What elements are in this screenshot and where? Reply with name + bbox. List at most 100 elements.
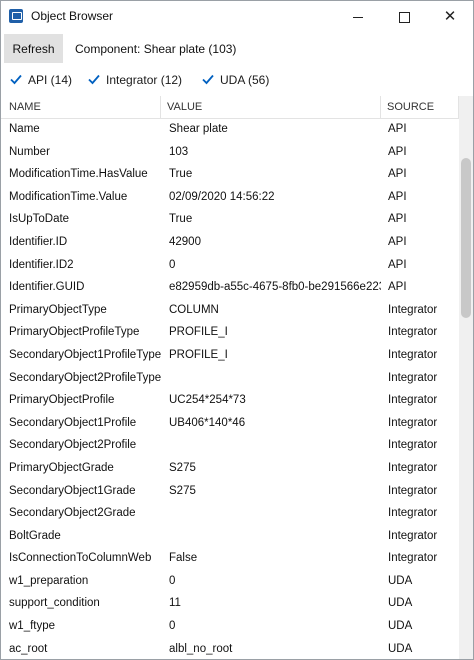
cell-name: PrimaryObjectType — [9, 303, 107, 316]
column-header-source[interactable]: SOURCE — [381, 96, 459, 118]
cell-name: w1_ftype — [9, 620, 56, 633]
cell-source: UDA — [388, 574, 413, 587]
cell-value — [169, 434, 381, 457]
table-row[interactable]: PrimaryObjectProfile UC254*254*73 Integrat… — [1, 389, 459, 412]
cell-value: PROFILE_I — [169, 348, 228, 361]
scrollbar-thumb[interactable] — [461, 158, 471, 318]
cell-value: 0 — [169, 258, 176, 271]
cell-source: Integrator — [388, 552, 438, 565]
column-header-name[interactable]: NAME — [3, 96, 161, 118]
cell-source: Integrator — [388, 371, 438, 384]
cell-source: Integrator — [388, 303, 438, 316]
cell-name: Identifier.ID — [9, 235, 68, 248]
table-row[interactable]: ModificationTime.HasValue True API — [1, 163, 459, 186]
cell-source: UDA — [388, 597, 413, 610]
title-bar[interactable]: Object Browser ✕ — [1, 1, 473, 32]
maximize-icon — [398, 11, 410, 23]
grid-rows: Name Shear plate API Number 103 API Modificati… — [1, 118, 459, 659]
cell-name: SecondaryObject1Grade — [9, 484, 136, 497]
cell-value: 0 — [169, 574, 176, 587]
refresh-button[interactable]: Refresh — [4, 34, 63, 63]
cell-value — [169, 502, 381, 525]
table-row[interactable]: w1_preparation 0 UDA — [1, 570, 459, 593]
cell-name: SecondaryObject2Profile — [9, 439, 137, 452]
cell-name: SecondaryObject2ProfileType — [9, 371, 161, 384]
cell-value: 02/09/2020 14:56:22 — [169, 190, 275, 203]
window-title: Object Browser — [31, 9, 114, 23]
cell-value: 42900 — [169, 235, 201, 248]
table-row[interactable]: PrimaryObjectGrade S275 Integrator — [1, 457, 459, 480]
cell-source: API — [388, 281, 407, 294]
cell-name: SecondaryObject1Profile — [9, 416, 137, 429]
filter-uda-label: UDA (56) — [220, 73, 270, 87]
cell-value: UC254*254*73 — [169, 394, 246, 407]
column-header-value[interactable]: VALUE — [161, 96, 381, 118]
cell-source: Integrator — [388, 348, 438, 361]
table-row[interactable]: SecondaryObject1ProfileType PROFILE_I Inte… — [1, 344, 459, 367]
table-row[interactable]: ac_root albl_no_root UDA — [1, 638, 459, 659]
cell-name: w1_preparation — [9, 574, 89, 587]
cell-value: e82959db-a55c-4675-8fb0-be291566e223 — [169, 281, 381, 294]
cell-value: 0 — [169, 620, 176, 633]
checkmark-icon[interactable] — [201, 72, 215, 86]
properties-grid: NAME VALUE SOURCE Name Shear plate API Numb… — [1, 96, 473, 659]
table-row[interactable]: SecondaryObject1Grade S275 Integrator — [1, 480, 459, 503]
cell-value: True — [169, 168, 193, 181]
minimize-button[interactable] — [335, 1, 381, 32]
table-row[interactable]: SecondaryObject2Grade Integrator — [1, 502, 459, 525]
close-icon: ✕ — [443, 8, 457, 25]
cell-source: Integrator — [388, 484, 438, 497]
filter-integrator-label: Integrator (12) — [106, 73, 183, 87]
close-button[interactable]: ✕ — [427, 1, 473, 32]
table-row[interactable]: Name Shear plate API — [1, 118, 459, 141]
table-row[interactable]: ModificationTime.Value 02/09/2020 14:56:2… — [1, 186, 459, 209]
source-filters: API (14) Integrator (12) UDA (56) — [1, 69, 473, 91]
toolbar: Refresh Component: Shear plate (103) — [1, 33, 473, 64]
cell-source: UDA — [388, 620, 413, 633]
cell-value: S275 — [169, 461, 196, 474]
table-row[interactable]: Identifier.ID2 0 API — [1, 254, 459, 277]
table-row[interactable]: Identifier.GUID e82959db-a55c-4675-8fb0-b… — [1, 276, 459, 299]
cell-value: UB406*140*46 — [169, 416, 246, 429]
checkmark-icon[interactable] — [9, 72, 23, 86]
maximize-button[interactable] — [381, 1, 427, 32]
cell-source: Integrator — [388, 507, 438, 520]
cell-value: 103 — [169, 145, 189, 158]
cell-value — [169, 525, 381, 548]
cell-value: False — [169, 552, 198, 565]
cell-name: IsUpToDate — [9, 213, 70, 226]
table-row[interactable]: IsConnectionToColumnWeb False Integrator — [1, 547, 459, 570]
cell-name: ModificationTime.Value — [9, 190, 128, 203]
cell-name: PrimaryObjectProfile — [9, 394, 115, 407]
table-row[interactable]: SecondaryObject2Profile Integrator — [1, 434, 459, 457]
cell-name: ModificationTime.HasValue — [9, 168, 148, 181]
table-row[interactable]: Number 103 API — [1, 141, 459, 164]
cell-name: Name — [9, 123, 40, 135]
table-row[interactable]: SecondaryObject1Profile UB406*140*46 Integ… — [1, 412, 459, 435]
vertical-scrollbar[interactable] — [459, 96, 473, 659]
cell-value: COLUMN — [169, 303, 219, 316]
cell-source: Integrator — [388, 461, 438, 474]
cell-name: BoltGrade — [9, 529, 61, 542]
cell-name: Identifier.ID2 — [9, 258, 74, 271]
object-browser-app-icon — [9, 9, 23, 23]
table-row[interactable]: BoltGrade Integrator — [1, 525, 459, 548]
cell-value: True — [169, 213, 193, 226]
cell-source: API — [388, 190, 407, 203]
minimize-icon — [353, 16, 363, 18]
table-row[interactable]: PrimaryObjectType COLUMN Integrator — [1, 299, 459, 322]
cell-source: UDA — [388, 642, 413, 655]
cell-source: API — [388, 123, 407, 135]
table-row[interactable]: w1_ftype 0 UDA — [1, 615, 459, 638]
cell-value: Shear plate — [169, 123, 228, 135]
table-row[interactable]: support_condition 11 UDA — [1, 592, 459, 615]
cell-source: Integrator — [388, 394, 438, 407]
table-row[interactable]: SecondaryObject2ProfileType Integrator — [1, 367, 459, 390]
cell-source: API — [388, 235, 407, 248]
table-row[interactable]: PrimaryObjectProfileType PROFILE_I Integra… — [1, 321, 459, 344]
checkmark-icon[interactable] — [87, 72, 101, 86]
table-row[interactable]: Identifier.ID 42900 API — [1, 231, 459, 254]
cell-source: API — [388, 168, 407, 181]
table-row[interactable]: IsUpToDate True API — [1, 208, 459, 231]
cell-name: PrimaryObjectProfileType — [9, 326, 140, 339]
